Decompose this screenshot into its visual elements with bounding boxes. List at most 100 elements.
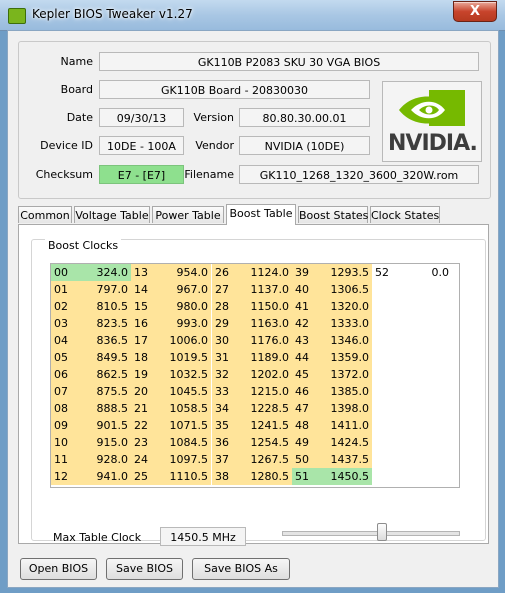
save-bios-as-button[interactable]: Save BIOS As xyxy=(192,558,290,580)
vendor-label: Vendor xyxy=(195,139,234,152)
save-bios-button[interactable]: Save BIOS xyxy=(106,558,183,580)
boost-entry-index: 00 xyxy=(51,264,81,281)
boost-entry-clock[interactable]: 1293.5 xyxy=(322,264,372,281)
boost-entry-index: 24 xyxy=(131,451,161,468)
boost-entry-index: 04 xyxy=(51,332,81,349)
boost-entry-clock[interactable]: 1163.0 xyxy=(242,315,292,332)
boost-entry-index: 42 xyxy=(292,315,322,332)
boost-entry-index: 20 xyxy=(131,383,161,400)
boost-entry-index: 37 xyxy=(212,451,242,468)
boost-entry-clock[interactable]: 1202.0 xyxy=(242,366,292,383)
boost-entry-clock[interactable]: 836.5 xyxy=(81,332,131,349)
boost-entry-index: 31 xyxy=(212,349,242,366)
boost-entry-clock[interactable]: 324.0 xyxy=(81,264,131,281)
boost-entry-clock[interactable]: 1333.0 xyxy=(322,315,372,332)
boost-entry-index: 10 xyxy=(51,434,81,451)
boost-entry-index: 05 xyxy=(51,349,81,366)
open-bios-button[interactable]: Open BIOS xyxy=(20,558,97,580)
boost-entry-clock[interactable]: 1228.5 xyxy=(242,400,292,417)
tab-clock-states[interactable]: Clock States xyxy=(370,206,440,223)
boost-entry-clock[interactable]: 888.5 xyxy=(81,400,131,417)
boost-entry-index: 29 xyxy=(212,315,242,332)
boost-entry-clock[interactable]: 849.5 xyxy=(81,349,131,366)
boost-entry-clock[interactable]: 1346.0 xyxy=(322,332,372,349)
tab-boost-table[interactable]: Boost Table xyxy=(226,204,296,225)
boost-entry-clock[interactable]: 1254.5 xyxy=(242,434,292,451)
boost-entry-clock[interactable]: 1045.5 xyxy=(161,383,211,400)
tab-power-table[interactable]: Power Table xyxy=(152,206,224,223)
name-label: Name xyxy=(60,55,93,68)
boost-entry-clock[interactable]: 1189.0 xyxy=(242,349,292,366)
boost-entry-clock[interactable]: 1110.5 xyxy=(161,468,211,485)
boost-entry-clock[interactable]: 1385.0 xyxy=(322,383,372,400)
boost-entry-clock[interactable]: 901.5 xyxy=(81,417,131,434)
boost-entry-clock[interactable]: 928.0 xyxy=(81,451,131,468)
filename-label: Filename xyxy=(184,168,234,181)
boost-entry-clock[interactable]: 1450.5 xyxy=(322,468,372,485)
boost-entry-index: 12 xyxy=(51,468,81,485)
bios-info-group: Name GK110B P2083 SKU 30 VGA BIOS Board … xyxy=(18,41,491,199)
boost-entry-clock[interactable]: 967.0 xyxy=(161,281,211,298)
boost-entry-index: 01 xyxy=(51,281,81,298)
close-button[interactable]: X xyxy=(453,1,497,22)
boost-entry-index: 25 xyxy=(131,468,161,485)
boost-entry-clock[interactable]: 1424.5 xyxy=(322,434,372,451)
boost-entry-clock[interactable]: 1215.0 xyxy=(242,383,292,400)
boost-entry-clock[interactable]: 1437.5 xyxy=(322,451,372,468)
boost-entry-clock[interactable]: 875.5 xyxy=(81,383,131,400)
boost-entry-clock[interactable]: 1032.5 xyxy=(161,366,211,383)
boost-entry-clock[interactable]: 1006.0 xyxy=(161,332,211,349)
boost-entry-index: 07 xyxy=(51,383,81,400)
boost-entry-clock[interactable]: 941.0 xyxy=(81,468,131,485)
boost-entry-clock[interactable]: 1019.5 xyxy=(161,349,211,366)
boost-entry-clock[interactable]: 1280.5 xyxy=(242,468,292,485)
boost-entry-clock[interactable]: 980.0 xyxy=(161,298,211,315)
boost-entry-clock[interactable]: 1267.5 xyxy=(242,451,292,468)
boost-entry-clock[interactable]: 1306.5 xyxy=(322,281,372,298)
boost-entry-clock[interactable]: 1137.0 xyxy=(242,281,292,298)
boost-entry-clock[interactable]: 0.0 xyxy=(402,264,452,281)
boost-entry-clock[interactable]: 1359.0 xyxy=(322,349,372,366)
max-table-clock-field: 1450.5 MHz xyxy=(160,527,246,546)
device-id-label: Device ID xyxy=(40,139,93,152)
boost-entry-clock[interactable]: 823.5 xyxy=(81,315,131,332)
tab-voltage-table[interactable]: Voltage Table xyxy=(74,206,150,223)
boost-entry-clock[interactable]: 1071.5 xyxy=(161,417,211,434)
app-icon xyxy=(8,8,26,24)
boost-entry-clock[interactable]: 1411.0 xyxy=(322,417,372,434)
nvidia-wordmark: NVIDIA. xyxy=(388,131,478,156)
boost-entry-clock[interactable]: 1241.5 xyxy=(242,417,292,434)
boost-entry-index: 02 xyxy=(51,298,81,315)
max-table-clock-label: Max Table Clock xyxy=(53,531,142,544)
tab-common[interactable]: Common xyxy=(18,206,72,223)
checksum-label: Checksum xyxy=(35,168,93,181)
boost-entry-clock[interactable]: 1150.0 xyxy=(242,298,292,315)
tab-boost-states[interactable]: Boost States xyxy=(298,206,368,223)
boost-entry-clock[interactable]: 1398.0 xyxy=(322,400,372,417)
date-field: 09/30/13 xyxy=(99,108,184,127)
boost-entry-clock[interactable]: 797.0 xyxy=(81,281,131,298)
boost-entry-clock[interactable]: 1084.5 xyxy=(161,434,211,451)
boost-entry-clock[interactable]: 862.5 xyxy=(81,366,131,383)
boost-entry-clock[interactable]: 1176.0 xyxy=(242,332,292,349)
boost-entry-index: 03 xyxy=(51,315,81,332)
boost-entry-index: 22 xyxy=(131,417,161,434)
boost-entry-index: 06 xyxy=(51,366,81,383)
boost-entry-clock[interactable]: 954.0 xyxy=(161,264,211,281)
boost-entry-clock[interactable]: 1124.0 xyxy=(242,264,292,281)
boost-entry-clock[interactable]: 915.0 xyxy=(81,434,131,451)
boost-entry-index: 23 xyxy=(131,434,161,451)
max-clock-slider-thumb[interactable] xyxy=(377,523,388,541)
boost-clocks-grid: 00 324.0 01 797.0 02 810.5 03 823.5 04 836.5 05 849… xyxy=(50,263,460,488)
boost-entry-clock[interactable]: 1058.5 xyxy=(161,400,211,417)
boost-entry-clock[interactable]: 810.5 xyxy=(81,298,131,315)
boost-entry-clock[interactable]: 1372.0 xyxy=(322,366,372,383)
boost-entry-clock[interactable]: 1320.0 xyxy=(322,298,372,315)
boost-entry-clock[interactable]: 1097.5 xyxy=(161,451,211,468)
boost-table-panel: Boost Clocks 00 324.0 01 797.0 02 810.5 03 823.… xyxy=(18,224,489,546)
version-label: Version xyxy=(193,111,234,124)
max-clock-slider-track[interactable] xyxy=(282,531,460,536)
boost-entry-clock[interactable]: 993.0 xyxy=(161,315,211,332)
boost-entry-index: 51 xyxy=(292,468,322,485)
boost-entry-index: 17 xyxy=(131,332,161,349)
